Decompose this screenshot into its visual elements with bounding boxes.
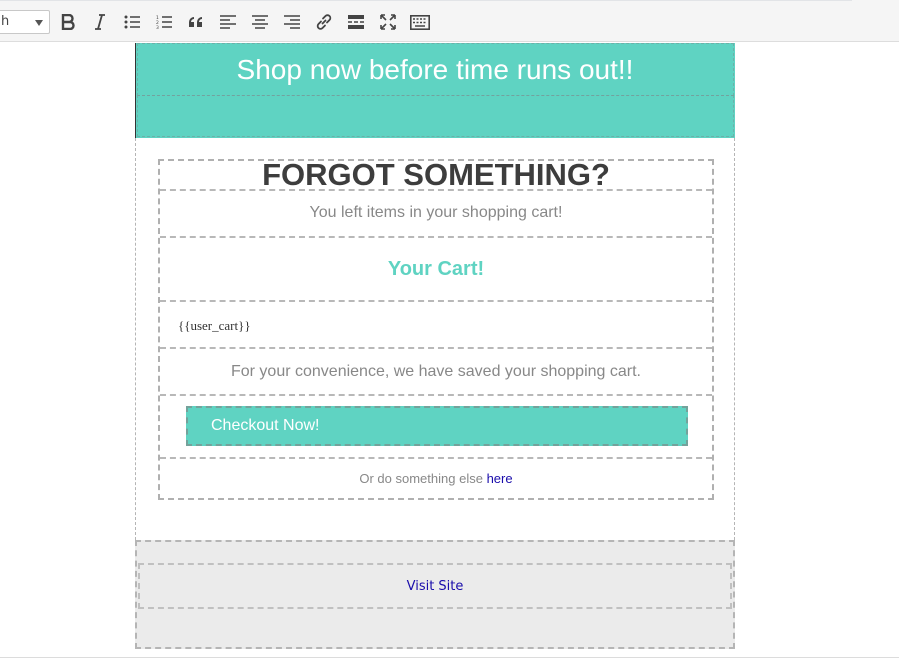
bold-icon xyxy=(61,14,75,30)
footer-link-row: Visit Site xyxy=(138,563,732,609)
convenience-text: For your convenience, we have saved your… xyxy=(230,363,641,380)
editor-bottom-border xyxy=(0,657,899,658)
subhead-row[interactable]: You left items in your shopping cart! xyxy=(160,191,712,238)
read-more-button[interactable] xyxy=(343,9,369,35)
cart-title-row[interactable]: Your Cart! xyxy=(160,238,712,302)
email-footer: Visit Site xyxy=(135,540,735,649)
toolbar-divider xyxy=(0,0,852,1)
chevron-down-icon xyxy=(35,20,43,26)
format-select[interactable]: h xyxy=(0,10,50,34)
link-icon xyxy=(316,14,332,30)
hero-title-row[interactable]: Shop now before time runs out!! xyxy=(137,43,734,96)
cart-placeholder: {{user_cart}} xyxy=(178,318,251,333)
bold-button[interactable] xyxy=(55,9,81,35)
keyboard-icon xyxy=(410,14,430,30)
alt-action-row: Or do something else here xyxy=(160,459,712,498)
hero-title: Shop now before time runs out!! xyxy=(236,54,634,85)
email-body: FORGOT SOMETHING? You left items in your… xyxy=(135,138,735,540)
checkout-row: Checkout Now! xyxy=(160,396,712,459)
hero-banner: Shop now before time runs out!! xyxy=(135,43,735,138)
page-title: FORGOT SOMETHING? xyxy=(262,157,610,192)
content-table: FORGOT SOMETHING? You left items in your… xyxy=(158,157,714,500)
bulleted-list-icon xyxy=(124,15,140,29)
fullscreen-button[interactable] xyxy=(375,9,401,35)
align-right-button[interactable] xyxy=(279,9,305,35)
alt-action-prefix: Or do something else xyxy=(359,471,483,486)
headline-row[interactable]: FORGOT SOMETHING? xyxy=(160,157,712,192)
align-center-button[interactable] xyxy=(247,9,273,35)
align-left-button[interactable] xyxy=(215,9,241,35)
numbered-list-icon: 123 xyxy=(156,15,172,29)
visit-site-link[interactable]: Visit Site xyxy=(140,579,730,594)
italic-icon xyxy=(95,14,105,30)
cart-placeholder-row[interactable]: {{user_cart}} xyxy=(160,302,712,349)
subhead-text: You left items in your shopping cart! xyxy=(309,204,563,221)
read-more-icon xyxy=(348,15,364,29)
alt-action-text: Or do something else here xyxy=(160,471,712,486)
toolbar-toggle-button[interactable] xyxy=(407,9,433,35)
numbered-list-button[interactable]: 123 xyxy=(151,9,177,35)
checkout-button[interactable]: Checkout Now! xyxy=(186,406,688,446)
alt-action-link[interactable]: here xyxy=(487,471,513,486)
editor-toolbar: h 123 xyxy=(0,0,899,42)
align-right-icon xyxy=(284,15,300,29)
align-center-icon xyxy=(252,15,268,29)
email-canvas: Shop now before time runs out!! FORGOT S… xyxy=(135,43,735,649)
blockquote-button[interactable] xyxy=(183,9,209,35)
convenience-row[interactable]: For your convenience, we have saved your… xyxy=(160,349,712,396)
italic-button[interactable] xyxy=(87,9,113,35)
hero-spacer-row[interactable] xyxy=(137,95,734,137)
cart-title: Your Cart! xyxy=(387,258,485,280)
svg-text:3: 3 xyxy=(156,25,159,29)
align-left-icon xyxy=(220,15,236,29)
fullscreen-icon xyxy=(380,14,396,30)
bulleted-list-button[interactable] xyxy=(119,9,145,35)
format-select-value: h xyxy=(1,14,10,29)
link-button[interactable] xyxy=(311,9,337,35)
blockquote-icon xyxy=(189,17,202,27)
